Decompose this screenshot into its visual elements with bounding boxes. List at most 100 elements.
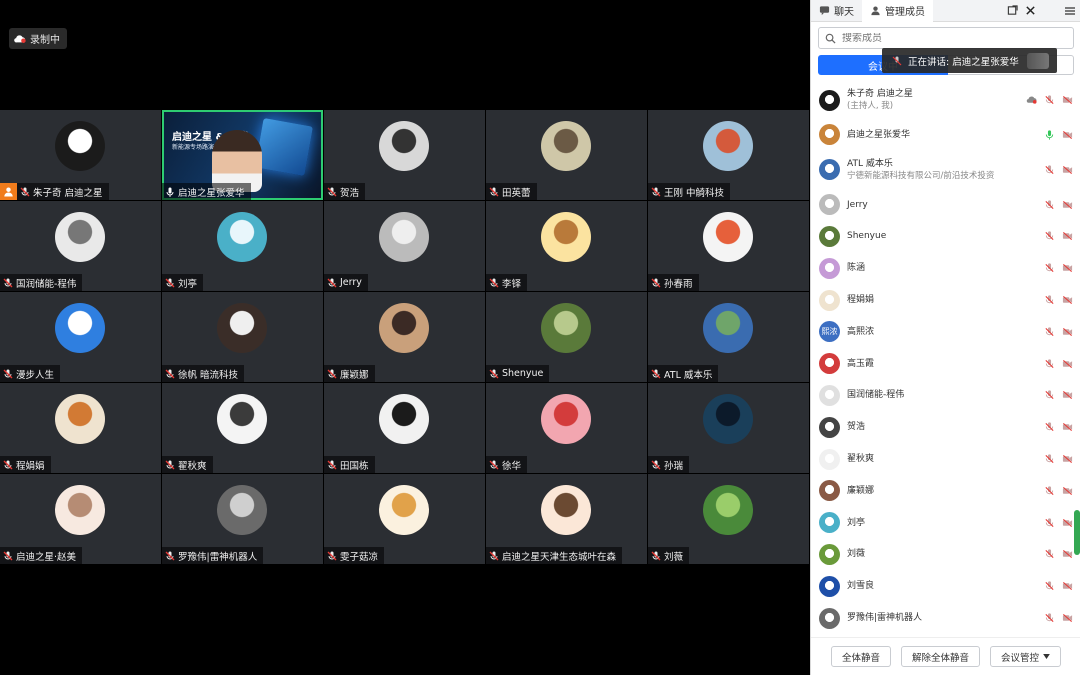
participant-name: 国润储能-程伟 (16, 278, 77, 290)
member-controls[interactable] (1044, 549, 1073, 560)
member-row[interactable]: 程娟娟 (811, 284, 1080, 316)
camera-off-icon (1062, 423, 1073, 432)
video-tile[interactable]: 廉颖娜 (324, 292, 485, 382)
member-controls[interactable] (1044, 581, 1073, 592)
member-name: 刘亭 (847, 517, 866, 528)
member-row[interactable]: 刘雪良 (811, 570, 1080, 602)
member-controls[interactable] (1044, 129, 1073, 140)
member-search[interactable] (818, 27, 1074, 49)
video-tile[interactable]: 启迪之星·赵美 (0, 474, 161, 564)
video-tile[interactable]: 启迪之星天津生态城叶在森 (486, 474, 647, 564)
avatar (379, 303, 429, 353)
video-tile[interactable]: 漫步人生 (0, 292, 161, 382)
host-badge (0, 183, 17, 200)
participant-name: 贺浩 (340, 187, 360, 199)
member-row[interactable]: 漫步人生 (811, 634, 1080, 636)
member-controls[interactable] (1026, 95, 1073, 106)
video-tile[interactable]: 刘薇 (648, 474, 809, 564)
avatar (541, 121, 591, 171)
participant-name: 朱子奇 启迪之星 (33, 187, 103, 199)
member-row[interactable]: 罗豫伟|雷神机器人 (811, 602, 1080, 634)
close-icon[interactable] (1024, 5, 1036, 17)
member-controls[interactable] (1044, 390, 1073, 401)
video-tile[interactable]: 贺浩 (324, 110, 485, 200)
member-row[interactable]: 刘亭 (811, 507, 1080, 539)
video-tile[interactable]: 启迪之星 & 宁德 新能源专场路演 启迪之星张爱华 (162, 110, 323, 200)
video-tile[interactable]: 王刚 中觭科技 (648, 110, 809, 200)
member-row[interactable]: Shenyue (811, 221, 1080, 253)
tile-name-label: 田英蕾 (486, 183, 537, 200)
member-controls[interactable] (1044, 326, 1073, 337)
tile-name-label: 启迪之星张爱华 (162, 183, 251, 200)
member-row[interactable]: ATL 威本乐 宁德新能源科技有限公司/前沿技术投资 (811, 151, 1080, 189)
camera-off-icon (1062, 518, 1073, 527)
member-controls[interactable] (1044, 485, 1073, 496)
recording-badge[interactable]: 录制中 (9, 28, 67, 49)
video-tile[interactable]: 程娟娟 (0, 383, 161, 473)
member-row[interactable]: 熙浓 高熙浓 (811, 316, 1080, 348)
participant-name: 孙春雨 (664, 278, 693, 290)
member-controls[interactable] (1044, 199, 1073, 210)
member-name: 贺浩 (847, 422, 866, 433)
tile-name-label: Jerry (324, 274, 368, 291)
panel-tabs: 聊天 管理成员 (811, 0, 1080, 22)
member-controls[interactable] (1044, 295, 1073, 306)
meeting-control-button[interactable]: 会议管控 (990, 646, 1062, 667)
member-controls[interactable] (1044, 164, 1073, 175)
video-tile[interactable]: 朱子奇 启迪之星 (0, 110, 161, 200)
participant-name: 翟秋爽 (178, 460, 207, 472)
avatar (379, 394, 429, 444)
member-row[interactable]: 朱子奇 启迪之星 (主持人, 我) (811, 81, 1080, 119)
member-controls[interactable] (1044, 517, 1073, 528)
tab-members[interactable]: 管理成员 (862, 0, 933, 22)
member-controls[interactable] (1044, 454, 1073, 465)
participant-name: 罗豫伟|雷神机器人 (178, 551, 258, 563)
video-tile[interactable]: 徐华 (486, 383, 647, 473)
member-controls[interactable] (1044, 263, 1073, 274)
member-controls[interactable] (1044, 231, 1073, 242)
member-row[interactable]: 贺浩 (811, 411, 1080, 443)
video-tile[interactable]: 国润储能-程伟 (0, 201, 161, 291)
video-tile[interactable]: 罗豫伟|雷神机器人 (162, 474, 323, 564)
avatar (55, 121, 105, 171)
member-row[interactable]: 国润储能-程伟 (811, 380, 1080, 412)
video-tile[interactable]: 田国栋 (324, 383, 485, 473)
tile-name-label: 廉颖娜 (324, 365, 375, 382)
video-tile[interactable]: 田英蕾 (486, 110, 647, 200)
camera-off-icon (1062, 95, 1073, 105)
search-input[interactable] (842, 32, 1042, 44)
video-tile[interactable]: 徐帆 暗流科技 (162, 292, 323, 382)
member-row[interactable]: 高玉霞 (811, 348, 1080, 380)
mic-muted-icon (1045, 581, 1054, 591)
mic-muted-icon (1045, 200, 1054, 209)
member-row[interactable]: 陈涵 (811, 252, 1080, 284)
member-row[interactable]: Jerry (811, 189, 1080, 221)
tab-members-label: 管理成员 (885, 7, 925, 18)
video-tile[interactable]: 李铎 (486, 201, 647, 291)
members-panel: 聊天 管理成员 会议中 朱子奇 启迪之星(主持人, 我)启迪之星张爱华ATL 威… (810, 0, 1080, 675)
member-controls[interactable] (1044, 422, 1073, 433)
unmute-all-button[interactable]: 解除全体静音 (900, 646, 980, 667)
side-scroll-handle[interactable] (1074, 510, 1080, 555)
member-controls[interactable] (1044, 613, 1073, 624)
video-tile[interactable]: Shenyue (486, 292, 647, 382)
participant-name: 启迪之星张爱华 (178, 187, 245, 199)
video-tile[interactable]: 雯子菇凉 (324, 474, 485, 564)
video-tile[interactable]: 翟秋爽 (162, 383, 323, 473)
member-row[interactable]: 刘薇 (811, 539, 1080, 571)
member-row[interactable]: 翟秋爽 (811, 443, 1080, 475)
avatar (541, 303, 591, 353)
member-row[interactable]: 启迪之星张爱华 (811, 119, 1080, 151)
slide-subtitle: 新能源专场路演 (172, 144, 215, 151)
mute-all-button[interactable]: 全体静音 (830, 646, 891, 667)
member-controls[interactable] (1044, 358, 1073, 369)
menu-icon[interactable] (1064, 5, 1076, 17)
tab-chat[interactable]: 聊天 (811, 0, 862, 22)
member-row[interactable]: 廉颖娜 (811, 475, 1080, 507)
popout-icon[interactable] (1006, 5, 1018, 17)
video-tile[interactable]: 孙春雨 (648, 201, 809, 291)
video-tile[interactable]: ATL 威本乐 (648, 292, 809, 382)
video-tile[interactable]: 孙瑞 (648, 383, 809, 473)
video-tile[interactable]: Jerry (324, 201, 485, 291)
video-tile[interactable]: 刘亭 (162, 201, 323, 291)
